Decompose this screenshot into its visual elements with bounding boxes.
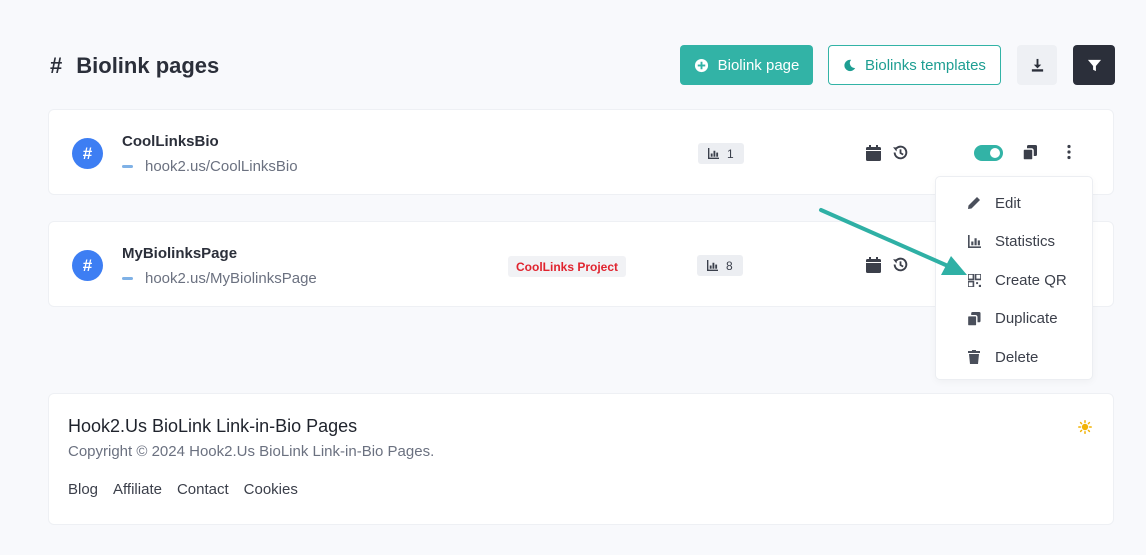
page-title: # Biolink pages [50,53,219,79]
download-button[interactable] [1017,45,1057,85]
menu-item-label: Edit [995,194,1021,212]
duplicate-icon [967,311,981,326]
statistics-count: 8 [726,258,733,273]
biolink-url[interactable]: hook2.us/CoolLinksBio [122,158,298,175]
statistics-badge[interactable]: 1 [698,143,744,164]
create-biolink-button[interactable]: Biolink page [680,45,813,85]
menu-item-label: Create QR [995,271,1067,289]
row-actions-dropdown: Edit Statistics Create QR Duplicate Dele… [935,176,1093,380]
menu-item-duplicate[interactable]: Duplicate [936,300,1092,339]
download-icon [1030,58,1045,73]
biolink-url[interactable]: hook2.us/MyBiolinksPage [122,270,317,287]
hash-avatar-icon: # [72,138,103,169]
footer-link-blog[interactable]: Blog [68,481,98,498]
page-title-text: Biolink pages [76,53,220,78]
page-header: # Biolink pages Biolink page Biolinks te… [50,45,1115,87]
menu-item-edit[interactable]: Edit [936,184,1092,223]
footer-link-cookies[interactable]: Cookies [244,481,298,498]
enabled-toggle[interactable] [974,145,1003,161]
biolink-name[interactable]: MyBiolinksPage [122,245,237,262]
moon-icon [843,59,856,72]
footer-link-contact[interactable]: Contact [177,481,229,498]
menu-item-label: Delete [995,348,1039,366]
footer-link-affiliate[interactable]: Affiliate [113,481,162,498]
qr-code-icon [967,273,981,287]
biolink-url-text: hook2.us/MyBiolinksPage [145,270,317,287]
pencil-icon [967,196,981,210]
biolink-name[interactable]: CoolLinksBio [122,133,219,150]
footer-links: Blog Affiliate Contact Cookies [68,481,298,498]
filter-icon [1087,58,1102,73]
project-badge[interactable]: CoolLinks Project [508,256,627,277]
chart-icon [708,148,719,159]
create-biolink-label: Biolink page [717,56,800,74]
biolink-url-text: hook2.us/CoolLinksBio [145,158,298,175]
menu-item-delete[interactable]: Delete [936,338,1092,377]
link-dash-icon [122,165,133,168]
biolinks-templates-button[interactable]: Biolinks templates [828,45,1001,85]
hash-avatar-icon: # [72,250,103,281]
history-icon[interactable] [892,256,909,273]
chart-icon [707,260,718,271]
trash-icon [967,350,981,365]
chart-icon [967,235,981,249]
more-options-icon[interactable] [1066,144,1072,160]
menu-item-create-qr[interactable]: Create QR [936,261,1092,300]
footer: Hook2.Us BioLink Link-in-Bio Pages Copyr… [48,393,1114,525]
footer-title: Hook2.Us BioLink Link-in-Bio Pages [68,416,358,436]
link-dash-icon [122,277,133,280]
sun-icon[interactable] [1078,420,1092,434]
toggle-knob [990,148,1000,158]
calendar-icon[interactable] [866,145,881,161]
history-icon[interactable] [892,144,909,161]
biolinks-templates-label: Biolinks templates [865,56,986,74]
filter-button[interactable] [1073,45,1115,85]
statistics-badge[interactable]: 8 [697,255,743,276]
plus-circle-icon [694,58,709,73]
menu-item-statistics[interactable]: Statistics [936,223,1092,262]
statistics-count: 1 [727,146,734,161]
hash-icon: # [50,53,63,78]
calendar-icon[interactable] [866,257,881,273]
footer-copyright: Copyright © 2024 Hook2.Us BioLink Link-i… [68,443,435,460]
menu-item-label: Duplicate [995,310,1058,328]
copy-icon[interactable] [1023,145,1037,160]
menu-item-label: Statistics [995,233,1056,251]
